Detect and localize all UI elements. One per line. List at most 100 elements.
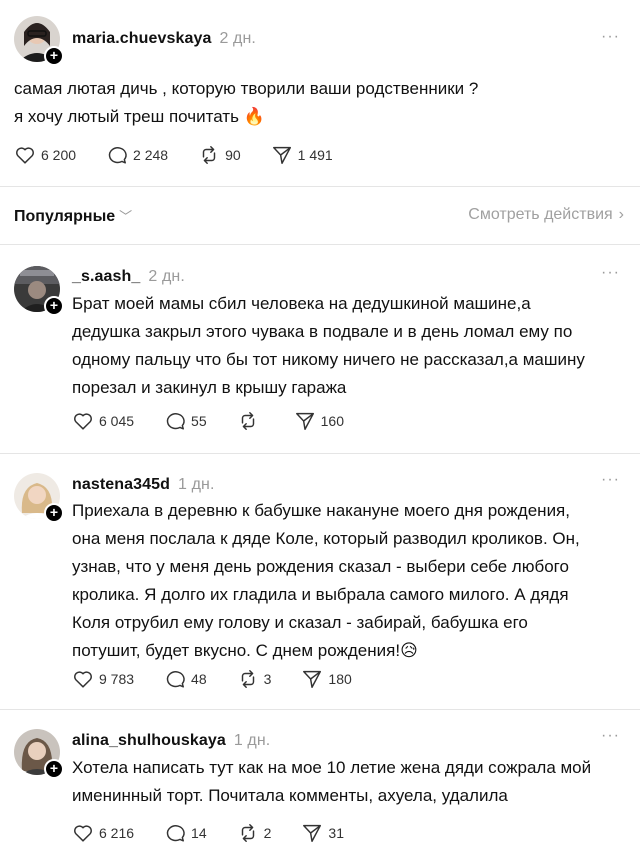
chevron-right-icon: › xyxy=(618,206,624,223)
reply-text-line: Хотела написать тут как на мое 10 летие … xyxy=(72,758,592,777)
share-button[interactable]: 1 491 xyxy=(271,144,333,166)
more-options-icon[interactable]: ··· xyxy=(601,471,620,489)
send-icon xyxy=(303,670,322,688)
post-author[interactable]: maria.chuevskaya 2 дн. xyxy=(72,30,256,48)
reply-author[interactable]: nastena345d 1 дн. xyxy=(72,476,215,494)
repost-icon xyxy=(202,146,216,164)
reply-author[interactable]: _s.aash_ 2 дн. xyxy=(72,268,185,286)
sort-label: Популярные xyxy=(14,208,116,225)
sort-dropdown[interactable]: Популярные ﹀ xyxy=(14,206,132,226)
post-actions: 6 200 2 248 90 1 491 xyxy=(14,144,363,166)
send-icon xyxy=(272,146,291,164)
post-time: 2 дн. xyxy=(219,30,256,47)
reply-text-line: дедушка закрыл этого чувака в подвале и … xyxy=(72,322,573,341)
repost-button[interactable] xyxy=(237,410,264,432)
repost-icon xyxy=(241,670,254,688)
reply-text-line: она меня послала к дяде Коле, который ра… xyxy=(72,529,580,548)
username-text[interactable]: maria.chuevskaya xyxy=(72,30,211,47)
comment-button[interactable]: 14 xyxy=(164,822,207,844)
reply-text-line: потушит, будет вкусно. С днем рождения!😥 xyxy=(72,641,418,660)
avatar[interactable]: + xyxy=(14,473,64,523)
share-count: 31 xyxy=(328,825,344,841)
comment-button[interactable]: 55 xyxy=(164,410,207,432)
reply-time: 2 дн. xyxy=(148,268,185,285)
reply-text-line: Коля отрубил ему голову и сказал - забир… xyxy=(72,613,528,632)
reply-text-line: порезал и закинул в крышу гаража xyxy=(72,378,347,397)
like-button[interactable]: 6 216 xyxy=(72,822,134,844)
send-icon xyxy=(303,824,322,842)
repost-button[interactable]: 2 xyxy=(237,822,272,844)
reply-text-line: кролика. Я долго их гладила и выбрала са… xyxy=(72,585,569,604)
share-count: 180 xyxy=(328,671,352,687)
repost-count: 3 xyxy=(263,671,272,687)
post-text: самая лютая дичь , которую творили ваши … xyxy=(14,75,478,131)
share-button[interactable]: 180 xyxy=(301,668,352,690)
like-count: 6 200 xyxy=(41,147,77,163)
more-options-icon[interactable]: ··· xyxy=(601,264,620,282)
more-options-icon[interactable]: ··· xyxy=(601,28,620,46)
follow-plus-icon[interactable]: + xyxy=(44,503,64,523)
reply-time: 1 дн. xyxy=(233,732,271,749)
follow-plus-icon[interactable]: + xyxy=(44,46,64,66)
reply-actions: 9 783 48 3 180 xyxy=(72,668,382,690)
reply-author[interactable]: alina_shulhouskaya 1 дн. xyxy=(72,732,270,750)
like-button[interactable]: 6 200 xyxy=(14,144,76,166)
post-text-line: самая лютая дичь , которую творили ваши … xyxy=(14,79,479,98)
more-options-icon[interactable]: ··· xyxy=(601,727,620,745)
post-text-line: я хочу лютый треш почитать 🔥 xyxy=(14,107,265,126)
share-button[interactable]: 31 xyxy=(301,822,344,844)
like-button[interactable]: 6 045 xyxy=(72,410,134,432)
username-text[interactable]: alina_shulhouskaya xyxy=(72,732,226,749)
repost-count: 90 xyxy=(225,147,241,163)
comment-bubble-icon xyxy=(108,147,127,164)
follow-plus-icon[interactable]: + xyxy=(44,759,64,779)
reply-text-line: именинный торт. Почитала комменты, ахуел… xyxy=(72,786,508,805)
comment-count: 2 248 xyxy=(133,147,169,163)
share-count: 160 xyxy=(320,413,344,429)
heart-icon xyxy=(74,671,92,688)
reply-text: Приехала в деревню к бабушке накануне мо… xyxy=(72,497,580,665)
share-count: 1 491 xyxy=(297,147,333,163)
share-button[interactable]: 160 xyxy=(294,410,344,432)
repost-icon xyxy=(241,824,254,842)
repost-button[interactable]: 3 xyxy=(237,668,272,690)
comment-count: 48 xyxy=(191,671,207,687)
avatar[interactable]: + xyxy=(14,266,64,316)
username-text[interactable]: nastena345d xyxy=(72,476,170,493)
heart-icon xyxy=(74,825,92,842)
avatar[interactable]: + xyxy=(14,16,64,66)
username-text[interactable]: _s.aash_ xyxy=(72,268,140,285)
comment-count: 14 xyxy=(191,825,207,841)
main-post: + maria.chuevskaya 2 дн. ··· самая лютая … xyxy=(0,0,640,196)
reply-actions: 6 216 14 2 31 xyxy=(72,822,374,844)
view-activity-label: Смотреть действия xyxy=(468,206,613,223)
follow-plus-icon[interactable]: + xyxy=(44,296,64,316)
reply-text: Брат моей мамы сбил человека на дедушкин… xyxy=(72,290,585,402)
repost-icon xyxy=(241,412,254,430)
like-count: 6 216 xyxy=(99,825,135,841)
avatar[interactable]: + xyxy=(14,729,64,779)
repost-count: 2 xyxy=(263,825,272,841)
comment-bubble-icon xyxy=(166,671,185,688)
send-icon xyxy=(295,412,314,430)
comment-bubble-icon xyxy=(166,825,185,842)
reply-post: + _s.aash_ 2 дн. ··· Брат моей мамы сбил … xyxy=(0,244,640,454)
heart-icon xyxy=(16,147,34,164)
divider xyxy=(0,186,640,187)
like-button[interactable]: 9 783 xyxy=(72,668,134,690)
chevron-down-icon: ﹀ xyxy=(119,209,133,224)
reply-text-line: Брат моей мамы сбил человека на дедушкин… xyxy=(72,294,531,313)
reply-text-line: Приехала в деревню к бабушке накануне мо… xyxy=(72,501,570,520)
repost-button[interactable]: 90 xyxy=(198,144,241,166)
heart-icon xyxy=(74,413,92,430)
comment-bubble-icon xyxy=(166,413,185,430)
comment-count: 55 xyxy=(191,413,207,429)
reply-text-line: одному пальцу что бы тот никому ничего н… xyxy=(72,350,585,369)
view-activity-link[interactable]: Смотреть действия › xyxy=(468,206,624,224)
like-count: 6 045 xyxy=(99,413,135,429)
comment-button[interactable]: 2 248 xyxy=(106,144,168,166)
reply-actions: 6 045 55 160 xyxy=(72,410,374,432)
reply-time: 1 дн. xyxy=(178,476,215,493)
comment-button[interactable]: 48 xyxy=(164,668,207,690)
reply-post: + nastena345d 1 дн. ··· Приехала в деревн… xyxy=(0,453,640,709)
